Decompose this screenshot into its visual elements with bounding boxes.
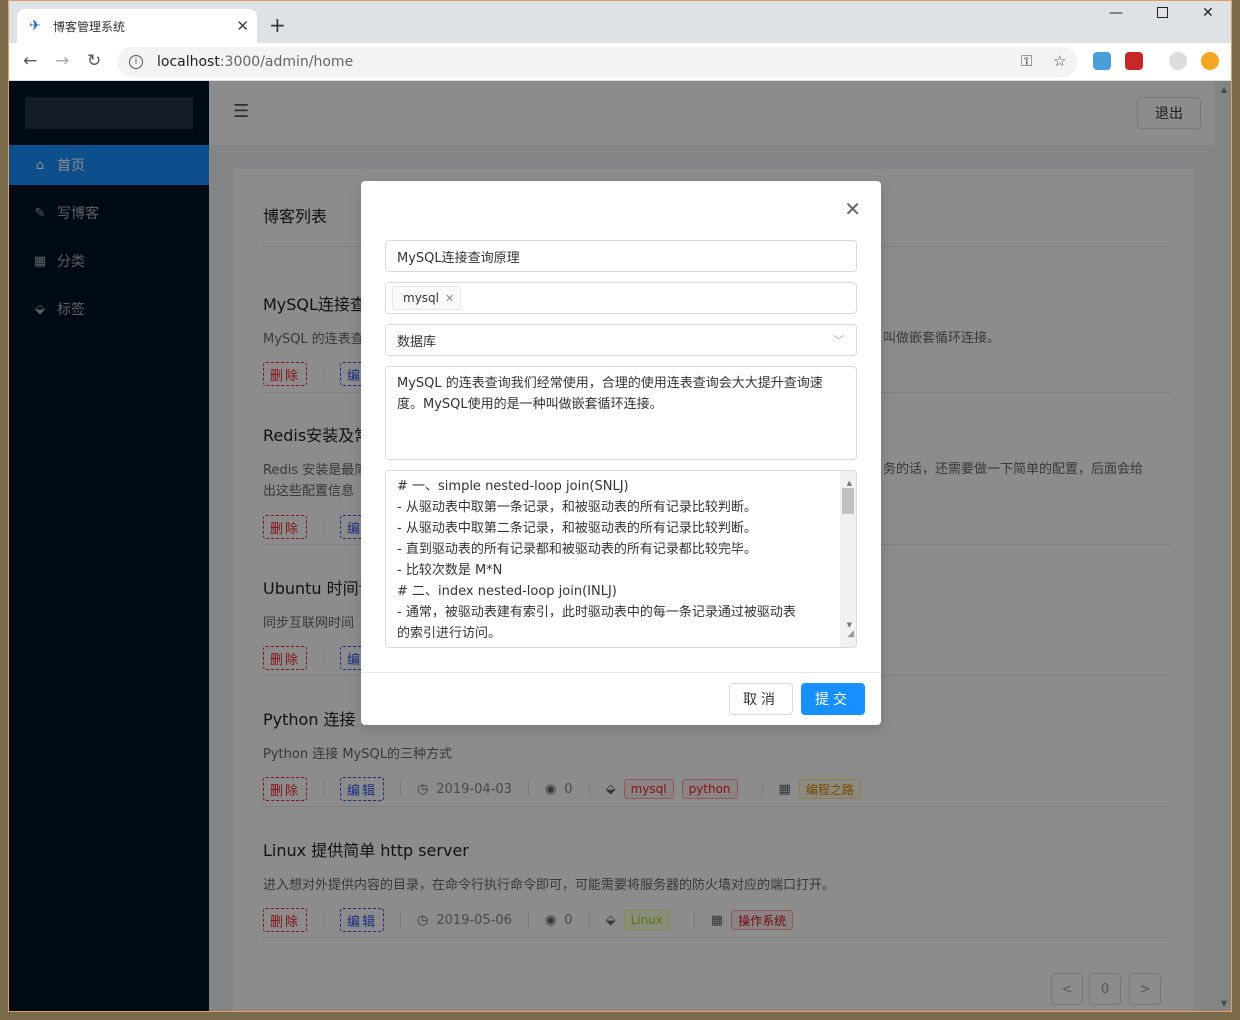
reload-icon[interactable]: ↻ (87, 51, 101, 71)
modal-footer: 取消 提交 (361, 672, 881, 725)
content-line: - 通常，被驱动表建有索引，此时驱动表中的每一条记录通过被驱动表 (397, 605, 796, 620)
tags-select[interactable]: mysql ✕ (385, 282, 857, 314)
star-icon[interactable]: ☆ (1053, 52, 1066, 70)
address-bar: ← → ↻ i localhost:3000/admin/home ⚿ ☆ (9, 43, 1231, 81)
url-path: :3000/admin/home (219, 54, 354, 70)
tag-chip-label: mysql (403, 291, 439, 305)
url-field[interactable]: i localhost:3000/admin/home (117, 47, 1077, 77)
url-host: localhost (157, 54, 220, 70)
tab-close-icon[interactable]: ✕ (236, 17, 249, 35)
category-value: 数据库 (397, 334, 437, 350)
title-input[interactable]: MySQL连接查询原理 (385, 240, 857, 272)
cancel-button[interactable]: 取消 (729, 683, 793, 715)
remove-tag-icon[interactable]: ✕ (445, 292, 454, 305)
browser-titlebar: ✈ 博客管理系统 ✕ + — ✕ (9, 1, 1231, 43)
back-icon[interactable]: ← (23, 51, 37, 71)
content-line: 的索引进行访问。 (397, 626, 502, 641)
extension-icon[interactable] (1125, 52, 1143, 70)
new-tab-icon[interactable]: + (269, 13, 286, 37)
description-textarea[interactable]: MySQL 的连表查询我们经常使用，合理的使用连表查询会大大提升查询速度。MyS… (385, 366, 857, 460)
key-icon[interactable]: ⚿ (1021, 52, 1032, 70)
content-line: # 一、simple nested-loop join(SNLJ) (397, 479, 629, 494)
alert-icon[interactable] (1201, 52, 1219, 70)
content-line: - 直到驱动表的所有记录都和被驱动表的所有记录都比较完毕。 (397, 542, 757, 557)
avatar-icon[interactable] (1169, 52, 1187, 70)
close-icon[interactable]: ✕ (844, 197, 861, 221)
browser-window: ✈ 博客管理系统 ✕ + — ✕ ← → ↻ i localhost:3000/… (8, 0, 1232, 1012)
forward-icon[interactable]: → (55, 51, 69, 71)
minimize-icon[interactable]: — (1109, 5, 1123, 21)
maximize-icon[interactable] (1157, 7, 1168, 18)
extension-icon[interactable] (1093, 52, 1111, 70)
content-line: - 比较次数是 M*N (397, 563, 503, 578)
content-line: - 从驱动表中取第二条记录，和被驱动表的所有记录比较判断。 (397, 521, 757, 536)
content-textarea[interactable]: # 一、simple nested-loop join(SNLJ) - 从驱动表… (385, 470, 857, 648)
airplane-icon: ✈ (29, 18, 41, 34)
info-icon[interactable]: i (129, 55, 143, 69)
tag-chip: mysql ✕ (392, 286, 462, 310)
content-line: # 二、index nested-loop join(INLJ) (397, 584, 617, 599)
scroll-up-icon[interactable]: ▲ (847, 473, 852, 494)
browser-tab[interactable]: ✈ 博客管理系统 ✕ (17, 9, 257, 43)
category-select[interactable]: 数据库 ﹀ (385, 324, 857, 356)
window-close-icon[interactable]: ✕ (1202, 5, 1214, 21)
resize-handle-icon[interactable]: ◢ (847, 624, 854, 645)
submit-button[interactable]: 提交 (801, 683, 865, 715)
chevron-down-icon: ﹀ (833, 334, 844, 347)
edit-post-modal: ✕ MySQL连接查询原理 mysql ✕ 数据库 ﹀ MySQL 的连表查询我… (361, 181, 881, 725)
content-line: - 从驱动表中取第一条记录，和被驱动表的所有记录比较判断。 (397, 500, 757, 515)
tab-title: 博客管理系统 (53, 19, 126, 34)
